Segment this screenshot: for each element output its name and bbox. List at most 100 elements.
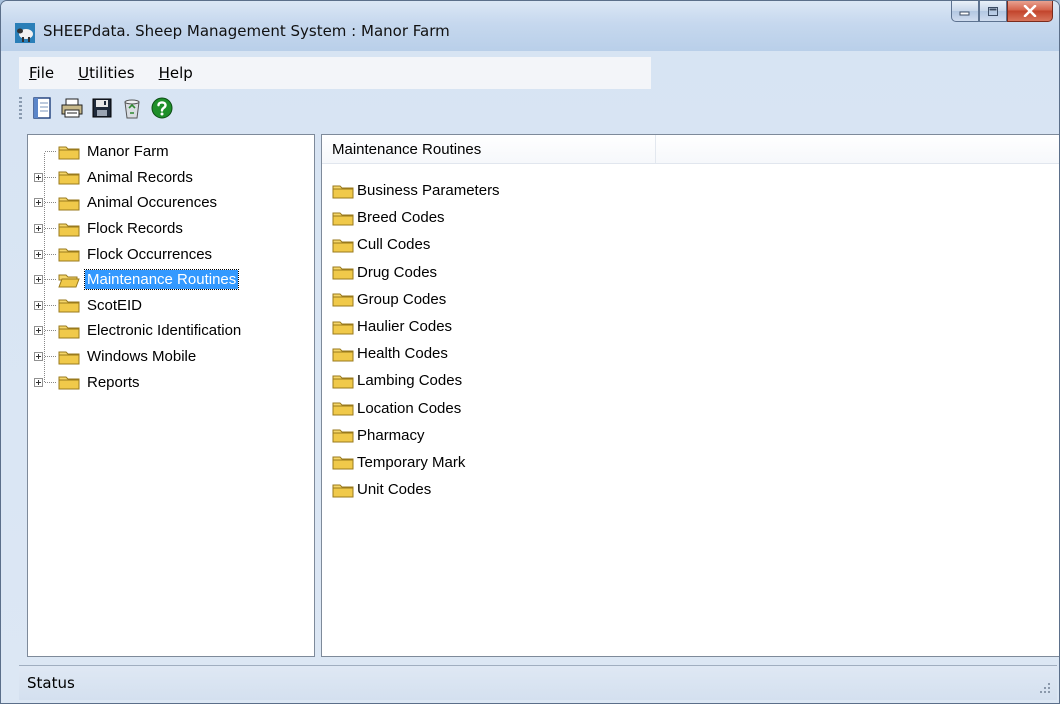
folder-icon xyxy=(332,402,354,416)
tree-item-flock-occurrences[interactable]: Flock Occurrences xyxy=(34,241,243,267)
tree-item-flock-records[interactable]: Flock Records xyxy=(34,216,243,242)
expand-icon[interactable] xyxy=(34,249,43,259)
window-title: SHEEPdata. Sheep Management System : Man… xyxy=(43,22,450,40)
tree-item-animal-records[interactable]: Animal Records xyxy=(34,165,243,191)
menu-help[interactable]: Help xyxy=(159,64,193,82)
menu-help-accel: H xyxy=(158,64,170,82)
tree-root[interactable]: Manor Farm xyxy=(34,139,243,165)
navigation-tree: Manor Farm Animal Records Animal Occuren… xyxy=(34,139,243,395)
list-item[interactable]: Lambing Codes xyxy=(332,367,500,394)
title-bar[interactable]: SHEEPdata. Sheep Management System : Man… xyxy=(1,1,1059,51)
open-folder-icon xyxy=(58,274,80,288)
tree-item-animal-occurences[interactable]: Animal Occurences xyxy=(34,190,243,216)
expand-icon[interactable] xyxy=(34,300,43,310)
folder-icon xyxy=(332,348,354,362)
tree-connector xyxy=(45,253,56,255)
maximize-button[interactable] xyxy=(979,1,1007,22)
recycle-button[interactable] xyxy=(120,96,144,120)
menu-help-rest: elp xyxy=(169,64,193,82)
folder-icon xyxy=(58,248,80,262)
menu-utilities[interactable]: Utilities xyxy=(78,64,134,82)
sheep-app-icon[interactable] xyxy=(15,23,35,43)
tree-item-label: Animal Records xyxy=(87,168,193,186)
list-item[interactable]: Business Parameters xyxy=(332,177,500,204)
column-header-maintenance-routines[interactable]: Maintenance Routines xyxy=(322,135,656,163)
list-item[interactable]: Temporary Mark xyxy=(332,449,500,476)
minimize-icon xyxy=(959,11,970,16)
folder-icon xyxy=(332,185,354,199)
tree-connector xyxy=(45,176,56,178)
list-item[interactable]: Health Codes xyxy=(332,340,500,367)
expand-icon[interactable] xyxy=(34,172,43,182)
tree-item-label: Flock Records xyxy=(87,220,183,238)
tree-connector xyxy=(45,279,56,281)
list-item[interactable]: Pharmacy xyxy=(332,422,500,449)
tree-item-label: Flock Occurrences xyxy=(87,245,213,263)
expand-icon[interactable] xyxy=(34,377,43,387)
tree-item-label: Animal Occurences xyxy=(87,194,218,212)
new-button[interactable] xyxy=(30,96,54,120)
list-item-label: Haulier Codes xyxy=(357,318,453,336)
menu-file-accel: F xyxy=(29,64,37,82)
list-item-label: Drug Codes xyxy=(357,263,438,281)
folder-icon xyxy=(332,375,354,389)
tree-item-reports[interactable]: Reports xyxy=(34,369,243,395)
minimize-button[interactable] xyxy=(951,1,979,22)
folder-icon xyxy=(332,321,354,335)
list-item[interactable]: Drug Codes xyxy=(332,259,500,286)
tree-item-windows-mobile[interactable]: Windows Mobile xyxy=(34,344,243,370)
toolbar-grip[interactable] xyxy=(19,97,22,119)
expand-icon[interactable] xyxy=(34,275,43,285)
client-area: Manor Farm Animal Records Animal Occuren… xyxy=(19,129,1059,659)
tree-connector xyxy=(45,304,56,306)
tree-item-label: Windows Mobile xyxy=(87,348,197,366)
menu-file[interactable]: File xyxy=(29,64,54,82)
help-button[interactable] xyxy=(150,96,174,120)
list-item-label: Cull Codes xyxy=(357,236,431,254)
tree-view[interactable]: Manor Farm Animal Records Animal Occuren… xyxy=(27,134,315,657)
menu-utilities-accel: U xyxy=(78,64,90,82)
maximize-icon xyxy=(988,6,998,16)
list-item[interactable]: Group Codes xyxy=(332,286,500,313)
list-view[interactable]: Maintenance Routines Business Parameters… xyxy=(321,134,1059,657)
app-window: SHEEPdata. Sheep Management System : Man… xyxy=(0,0,1060,704)
expand-icon[interactable] xyxy=(34,352,43,362)
expand-icon[interactable] xyxy=(34,198,43,208)
folder-icon xyxy=(58,325,80,339)
list-item-label: Business Parameters xyxy=(357,182,500,200)
tree-item-maintenance-routines[interactable]: Maintenance Routines xyxy=(34,267,243,293)
list-item[interactable]: Unit Codes xyxy=(332,476,500,503)
list-item[interactable]: Breed Codes xyxy=(332,204,500,231)
help-icon xyxy=(151,97,173,119)
menu-utilities-rest: tilities xyxy=(89,64,135,82)
list-item-label: Unit Codes xyxy=(357,481,432,499)
list-item[interactable]: Haulier Codes xyxy=(332,313,500,340)
close-icon xyxy=(1023,5,1037,17)
list-item[interactable]: Location Codes xyxy=(332,395,500,422)
tree-item-label: Electronic Identification xyxy=(87,322,242,340)
close-button[interactable] xyxy=(1007,1,1053,22)
expand-icon[interactable] xyxy=(34,224,43,234)
folder-icon xyxy=(332,212,354,226)
resize-grip-icon[interactable] xyxy=(1039,682,1051,694)
save-button[interactable] xyxy=(90,96,114,120)
tree-item-label: ScotEID xyxy=(87,296,143,314)
column-header-label: Maintenance Routines xyxy=(332,140,482,158)
folder-icon xyxy=(58,197,80,211)
tree-connector xyxy=(45,330,56,332)
tree-connector xyxy=(45,356,56,358)
tree-item-electronic-identification[interactable]: Electronic Identification xyxy=(34,318,243,344)
toolbar xyxy=(19,93,180,123)
caption-buttons xyxy=(951,1,1053,23)
folder-icon xyxy=(332,484,354,498)
tree-item-scoteid[interactable]: ScotEID xyxy=(34,293,243,319)
expand-icon[interactable] xyxy=(34,326,43,336)
print-button[interactable] xyxy=(60,96,84,120)
folder-icon xyxy=(58,351,80,365)
folder-icon xyxy=(58,146,80,160)
list-item-label: Breed Codes xyxy=(357,209,445,227)
tree-item-label-selected: Maintenance Routines xyxy=(83,269,240,291)
list-item[interactable]: Cull Codes xyxy=(332,231,500,258)
menu-bar: File Utilities Help xyxy=(19,57,651,89)
status-bar: Status xyxy=(19,665,1057,700)
